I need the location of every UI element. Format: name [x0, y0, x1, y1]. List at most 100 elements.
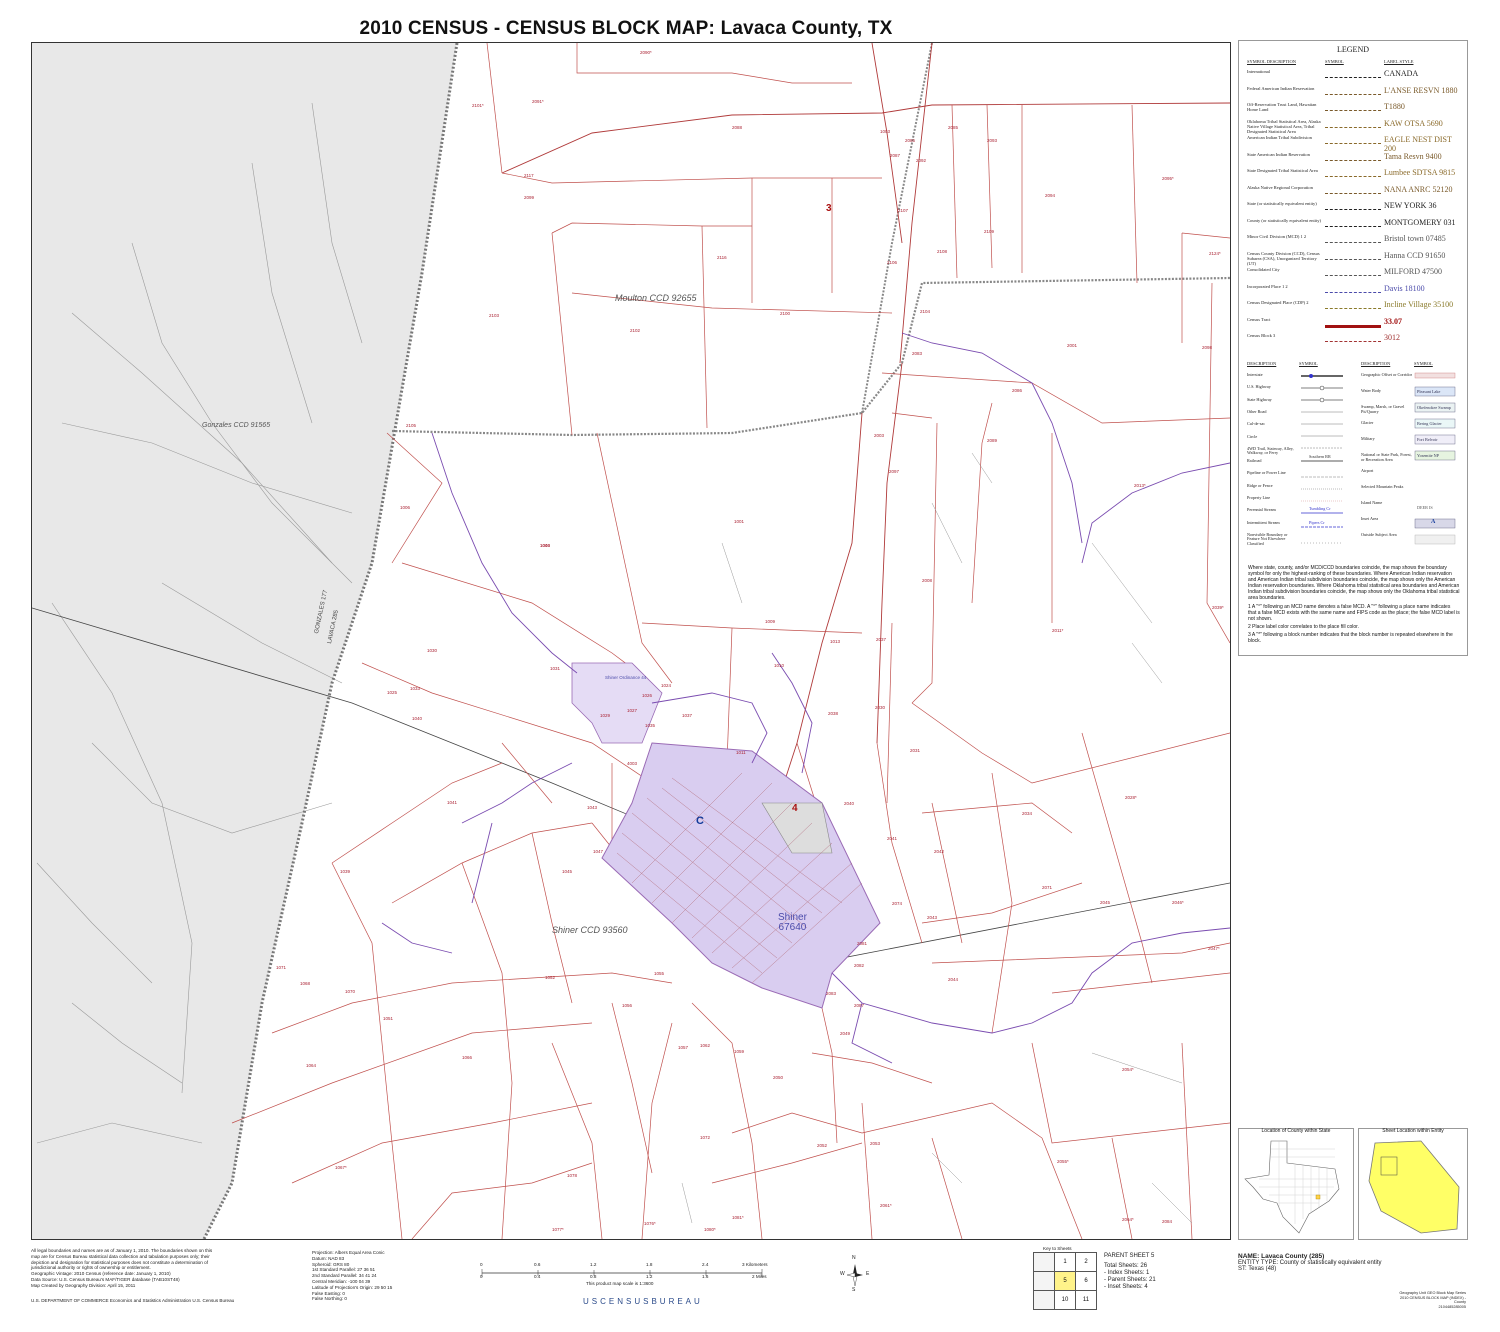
block-label: 1057 [678, 1045, 689, 1050]
scale-km: 0.6 [534, 1262, 541, 1267]
key-cell[interactable]: 2 [1075, 1252, 1097, 1272]
block-label: 1009 [765, 619, 776, 624]
legend-row-description: Alaska Native Regional Corporation [1247, 184, 1313, 190]
series-line: 2010 CENSUS BLOCK MAP (INDEX) - County [1400, 1295, 1466, 1305]
block-label: 1068 [300, 981, 311, 986]
legend-panel: LEGEND SYMBOL DESCRIPTION SYMBOL LABEL S… [1238, 40, 1468, 656]
scale-km: 1.8 [646, 1262, 653, 1267]
key-cell-current[interactable]: 5 [1054, 1271, 1076, 1291]
block-label: 1043 [587, 805, 598, 810]
block-label: 1026 [642, 693, 653, 698]
features-header: DESCRIPTION [1361, 361, 1391, 366]
block-label: 2043 [927, 915, 938, 920]
block-label: 1072 [700, 1135, 711, 1140]
block-label: 1076* [644, 1221, 656, 1226]
key-cell[interactable]: 11 [1075, 1290, 1097, 1310]
legend-row-label: NEW YORK 36 [1384, 201, 1437, 210]
block-label: 1081* [732, 1215, 744, 1220]
entity-state: ST: Texas (48) [1238, 1266, 1277, 1272]
legend-row-description: Census County Division (CCD), Census Sub… [1247, 250, 1320, 266]
outside-county-area [32, 43, 457, 1239]
legend-row: Off-Reservation Trust Land, Hawaiian Hom… [1247, 102, 1462, 116]
legend-row-label: Hanna CCD 91650 [1384, 250, 1446, 260]
ccd-boundary [391, 276, 1230, 437]
sample-railroad: Southern RR [1309, 454, 1331, 459]
legend-row-description: American Indian Tribal Subdivision [1247, 135, 1312, 140]
compass-s: S [852, 1287, 856, 1293]
block-label: 2054* [1122, 1067, 1134, 1072]
legend-row-description: Consolidated City [1247, 267, 1280, 272]
block-label: 1071 [276, 965, 287, 970]
block-label: 2044 [948, 977, 959, 982]
legend-row: Oklahoma Tribal Statistical Area, Alaska… [1247, 119, 1462, 134]
block-label: 2104 [920, 309, 931, 314]
block-label: 2064* [1122, 1217, 1134, 1222]
key-cell[interactable]: 10 [1054, 1290, 1076, 1310]
note-3: 3 A "*" following a block number indicat… [1248, 632, 1453, 644]
texas-outline [1244, 1140, 1340, 1234]
block-label: 2090* [640, 50, 652, 55]
block-label: 2001 [1067, 343, 1078, 348]
block-label: 1033 [410, 686, 421, 691]
compass-n: N [852, 1255, 856, 1261]
block-label: 1035 [645, 723, 656, 728]
legend-row: Incorporated Place 1 2 Davis 18100 [1247, 284, 1462, 298]
block-label: 2086 [905, 138, 916, 143]
block-label: 1067* [335, 1165, 347, 1170]
legend-row-label: NANA ANRC 52120 [1384, 184, 1453, 194]
block-label: 2003 [874, 433, 885, 438]
legend-row-description: Minor Civil Division (MCD) 1 2 [1247, 234, 1307, 239]
block-label: 2047* [1208, 946, 1220, 951]
block-label: 1051 [383, 1016, 394, 1021]
series-line: Geography Unit GEO Block Map Series [1399, 1291, 1466, 1295]
map-title: 2010 CENSUS - CENSUS BLOCK MAP: Lavaca C… [359, 18, 893, 39]
legend-row: Census Block 3 3012 [1247, 333, 1462, 347]
features-header: SYMBOL [1414, 361, 1433, 366]
block-label: 1077* [552, 1227, 564, 1232]
block-label: 2091* [532, 99, 544, 104]
block-label: 1078 [567, 1173, 578, 1178]
compass-icon [846, 1264, 863, 1287]
block-label: 2042 [934, 849, 945, 854]
block-label: 2083 [826, 991, 837, 996]
block-label: 2089 [987, 438, 998, 443]
legend-row: American Indian Tribal Subdivision EAGLE … [1247, 135, 1462, 153]
legend-row-symbol [1325, 170, 1381, 177]
key-cell-empty [1033, 1252, 1055, 1272]
legend-col-header: SYMBOL DESCRIPTION [1247, 59, 1296, 64]
block-label: 1039 [340, 869, 351, 874]
footer-line: Map Created by Geography Division: April… [31, 1282, 136, 1288]
state-inset: Location of County within State [1238, 1128, 1354, 1240]
feature-symbols [1301, 372, 1456, 545]
note-main: Where state, county, and/or MCD/CCD boun… [1248, 565, 1460, 601]
block-label: 2098 [1202, 345, 1213, 350]
block-label: 2084 [1162, 1219, 1173, 1224]
map-area[interactable]: Moulton CCD 92655 Gonzales CCD 91565 Shi… [31, 42, 1231, 1240]
block-label: 4003 [627, 761, 638, 766]
legend-row-symbol [1325, 187, 1381, 194]
key-cell-empty [1033, 1271, 1055, 1291]
sample-park: Yosemite NP [1417, 453, 1440, 458]
block-label: 2095* [1162, 176, 1174, 181]
legend-row: Minor Civil Division (MCD) 1 2 Bristol to… [1247, 234, 1462, 248]
block-label: 2100 [780, 311, 791, 316]
legend-title: LEGEND [1337, 45, 1369, 54]
legend-row: Federal American Indian Reservation L'ANS… [1247, 86, 1462, 100]
key-cell[interactable]: 1 [1054, 1252, 1076, 1272]
block-label: 1046 [540, 543, 551, 548]
key-cell[interactable]: 6 [1075, 1271, 1097, 1291]
block-label: 2088 [732, 125, 743, 130]
block-label: 1056 [622, 1003, 633, 1008]
tract-label-3: 3 [826, 203, 832, 214]
legend-row-symbol [1325, 335, 1381, 342]
block-label: 2031 [910, 748, 921, 753]
block-label: 2082 [854, 963, 865, 968]
block-label: 2109 [984, 229, 995, 234]
block-label: 1025 [387, 690, 398, 695]
ccd-label-gonzales: Gonzales CCD 91565 [202, 422, 271, 429]
legend-row-symbol [1325, 71, 1381, 78]
block-label: 2040 [844, 801, 855, 806]
sheet-count: - Parent Sheets: 21 [1104, 1277, 1156, 1283]
block-label: 1013 [830, 639, 841, 644]
legend-col-header: SYMBOL [1325, 59, 1344, 64]
